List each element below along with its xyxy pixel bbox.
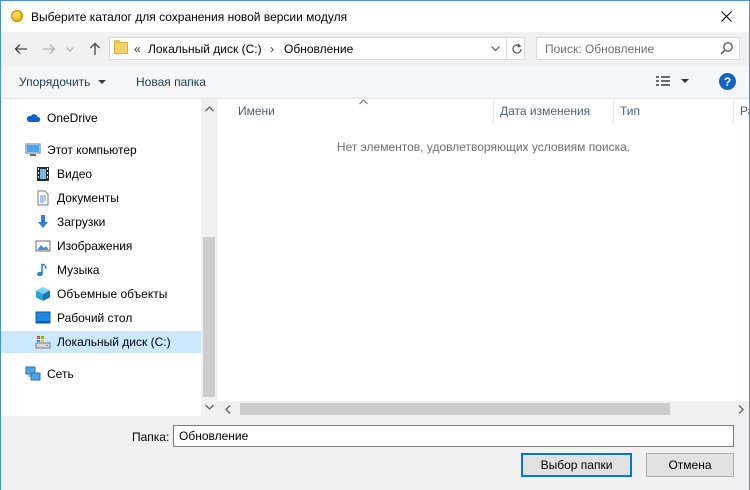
arrow-up-icon: [90, 42, 100, 55]
dialog-footer: Папка: Выбор папки Отмена: [1, 416, 749, 490]
sidebar-item-this-pc[interactable]: Этот компьютер: [1, 139, 201, 161]
navigation-scrollbar[interactable]: [201, 99, 217, 417]
back-button[interactable]: [12, 40, 30, 58]
change-view-button[interactable]: [655, 73, 695, 91]
refresh-icon: [511, 42, 522, 54]
forward-button[interactable]: [40, 40, 58, 58]
column-header-name[interactable]: Имени: [232, 99, 494, 123]
arrow-left-icon: [14, 44, 27, 54]
column-header-type[interactable]: Тип: [614, 99, 734, 123]
cloud-icon: [25, 110, 41, 126]
search-icon[interactable]: [719, 41, 734, 56]
scroll-right-button[interactable]: [733, 401, 749, 417]
breadcrumb-overflow[interactable]: «: [134, 42, 141, 56]
select-folder-button[interactable]: Выбор папки: [521, 453, 632, 477]
organize-label: Упорядочить: [19, 75, 91, 89]
folder-icon: [114, 40, 128, 54]
scrollbar-thumb[interactable]: [203, 237, 215, 397]
3d-objects-icon: [35, 286, 51, 302]
breadcrumb-separator: ›: [270, 42, 274, 56]
horizontal-scrollbar[interactable]: [218, 401, 749, 417]
file-list[interactable]: Имени Дата изменения Тип Ра Нет элементо…: [218, 98, 749, 417]
address-dropdown-button[interactable]: [486, 38, 504, 59]
folder-field-label: Папка:: [132, 430, 170, 444]
chevron-up-icon: [204, 106, 214, 112]
organize-button[interactable]: Упорядочить: [19, 75, 107, 89]
sidebar-item-label: Рабочий стол: [57, 311, 133, 325]
search-placeholder: Поиск: Обновление: [545, 42, 655, 56]
sidebar-item-3d-objects[interactable]: Объемные объекты: [1, 283, 201, 305]
breadcrumb-current[interactable]: Обновление: [284, 42, 353, 56]
arrow-right-icon: [43, 44, 56, 54]
documents-icon: [35, 190, 51, 206]
sidebar-item-downloads[interactable]: Загрузки: [1, 211, 201, 233]
breadcrumb-drive[interactable]: Локальный диск (C:): [148, 42, 262, 56]
network-icon: [25, 366, 41, 382]
sidebar-item-local-disk[interactable]: Локальный диск (C:): [1, 331, 201, 353]
sidebar-item-video[interactable]: Видео: [1, 163, 201, 185]
desktop-icon: [35, 310, 51, 326]
drive-icon: [35, 334, 51, 350]
address-bar[interactable]: « Локальный диск (C:) › Обновление: [109, 37, 525, 60]
refresh-button[interactable]: [506, 38, 526, 59]
scrollbar-thumb[interactable]: [240, 403, 670, 415]
sidebar-item-label: Загрузки: [57, 215, 106, 229]
folder-name-input[interactable]: [173, 425, 734, 447]
computer-icon: [25, 142, 41, 158]
music-icon: [35, 262, 51, 278]
sidebar-item-label: OneDrive: [47, 111, 98, 125]
sidebar-item-documents[interactable]: Документы: [1, 187, 201, 209]
close-icon: [720, 11, 732, 22]
chevron-down-icon: [490, 45, 500, 51]
sidebar-item-network[interactable]: Сеть: [1, 363, 201, 385]
new-folder-button[interactable]: Новая папка: [136, 75, 206, 89]
scroll-left-button[interactable]: [220, 401, 236, 417]
title-bar[interactable]: Выберите каталог для сохранения новой ве…: [1, 1, 749, 32]
search-input[interactable]: Поиск: Обновление: [536, 37, 740, 60]
chevron-right-icon: [738, 404, 744, 414]
command-bar: Упорядочить Новая папка ?: [1, 67, 749, 97]
column-header-date[interactable]: Дата изменения: [494, 99, 614, 123]
chevron-left-icon: [225, 404, 231, 414]
sidebar-item-label: Локальный диск (C:): [57, 335, 171, 349]
sidebar-item-label: Музыка: [57, 263, 100, 277]
sidebar-item-label: Сеть: [47, 367, 74, 381]
column-header-size[interactable]: Ра: [734, 99, 749, 123]
help-button[interactable]: ?: [719, 73, 736, 90]
download-icon: [35, 214, 51, 230]
recent-locations-button[interactable]: [64, 40, 76, 58]
sidebar-item-label: Документы: [57, 191, 119, 205]
sidebar-item-label: Видео: [57, 167, 93, 181]
sidebar-item-label: Этот компьютер: [47, 143, 137, 157]
navigation-pane: OneDrive Этот компьютер Видео Документы …: [1, 98, 217, 417]
view-details-icon: [656, 76, 689, 86]
up-button[interactable]: [86, 40, 104, 58]
app-icon: [11, 10, 23, 22]
chevron-down-icon: [98, 79, 107, 84]
sidebar-item-label: Объемные объекты: [57, 287, 168, 301]
sidebar-item-music[interactable]: Музыка: [1, 259, 201, 281]
sidebar-item-label: Изображения: [57, 239, 133, 253]
empty-state-message: Нет элементов, удовлетворяющих условиям …: [336, 140, 631, 154]
cancel-button[interactable]: Отмена: [646, 453, 734, 477]
chevron-down-icon: [204, 404, 214, 410]
sidebar-item-pictures[interactable]: Изображения: [1, 235, 201, 257]
chevron-down-icon: [66, 46, 74, 52]
video-icon: [35, 166, 51, 182]
pictures-icon: [35, 238, 51, 254]
close-button[interactable]: [703, 1, 749, 32]
folder-picker-dialog: Выберите каталог для сохранения новой ве…: [0, 0, 750, 490]
scroll-up-button[interactable]: [201, 101, 217, 117]
sidebar-item-desktop[interactable]: Рабочий стол: [1, 307, 201, 329]
scroll-down-button[interactable]: [201, 399, 217, 415]
sidebar-item-onedrive[interactable]: OneDrive: [1, 107, 201, 129]
window-title: Выберите каталог для сохранения новой ве…: [31, 10, 348, 24]
